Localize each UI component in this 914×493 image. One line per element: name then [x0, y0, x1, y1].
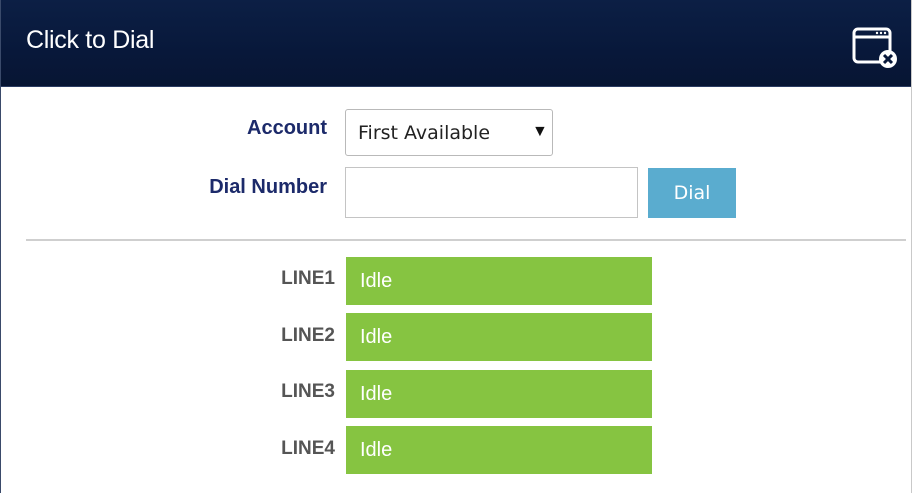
line-label: LINE2 — [281, 325, 335, 346]
dial-number-input[interactable] — [345, 167, 638, 218]
account-label: Account — [247, 117, 327, 139]
click-to-dial-window: Click to Dial Account First Available ▼ … — [0, 0, 912, 493]
line-status: Idle — [346, 313, 652, 361]
line-label: LINE4 — [281, 438, 335, 459]
close-window-button[interactable] — [851, 24, 899, 70]
divider — [26, 239, 906, 241]
account-select[interactable]: First Available ▼ — [345, 109, 553, 156]
line-label: LINE3 — [281, 381, 335, 402]
title-bar: Click to Dial — [1, 0, 911, 87]
line-status: Idle — [346, 426, 652, 474]
window-title: Click to Dial — [26, 26, 155, 54]
close-window-icon — [852, 27, 897, 68]
line-status: Idle — [346, 370, 652, 418]
dial-number-label: Dial Number — [209, 176, 327, 198]
line-status: Idle — [346, 257, 652, 305]
dropdown-caret-icon: ▼ — [532, 123, 548, 140]
account-selected-value: First Available — [358, 122, 491, 144]
dial-button[interactable]: Dial — [648, 168, 736, 218]
line-label: LINE1 — [281, 268, 335, 289]
